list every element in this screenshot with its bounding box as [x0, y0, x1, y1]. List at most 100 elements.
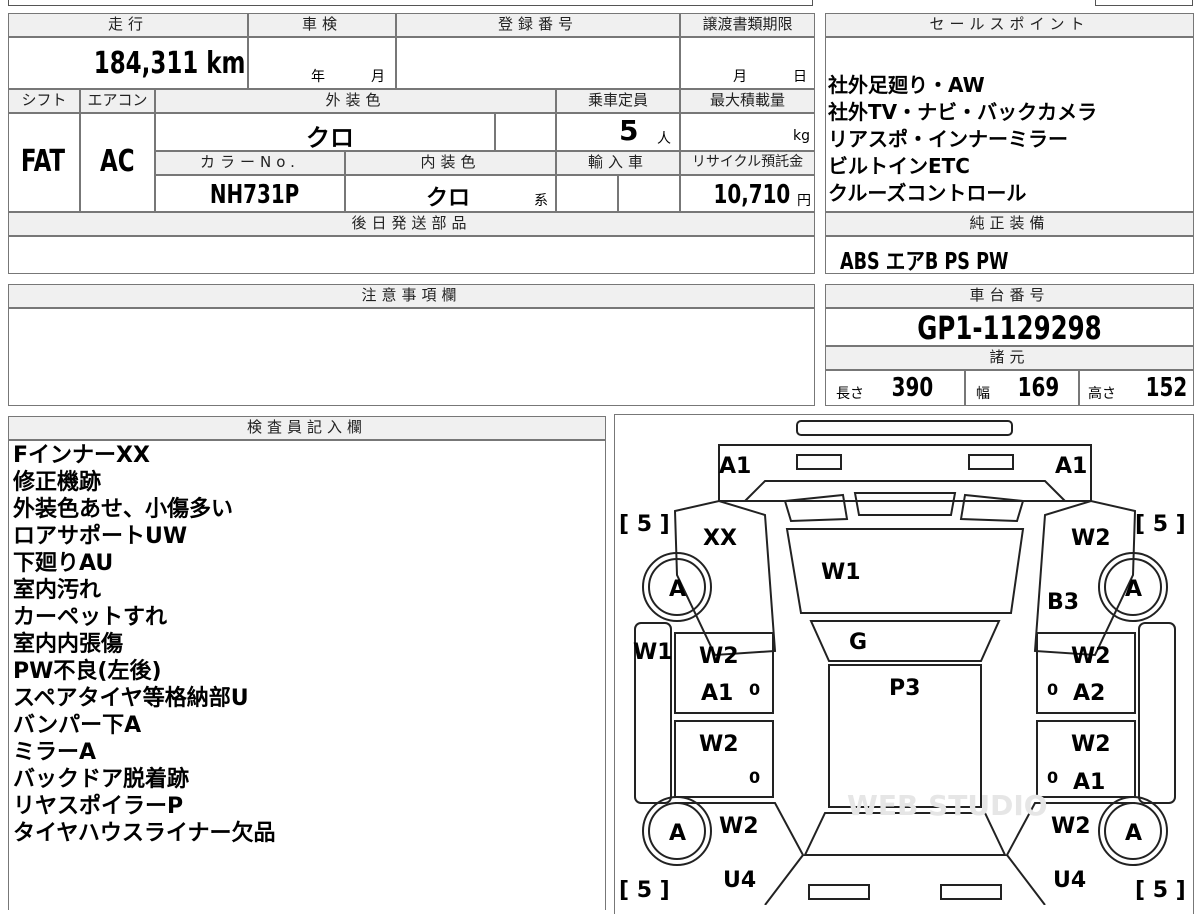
damage-mark: W2 — [1071, 732, 1111, 757]
inspector-line: 室内汚れ — [13, 578, 102, 603]
inspector-line: カーペットすれ — [13, 605, 168, 630]
chassis-value: GP1-1129298 — [917, 309, 1102, 347]
inspector-line: 外装色あせ、小傷多い — [13, 497, 234, 522]
inspector-line: FインナーXX — [13, 443, 150, 468]
dashboard — [809, 620, 1001, 662]
inspector-line: リヤスポイラーP — [13, 794, 184, 819]
inspector-line: PW不良(左後) — [13, 659, 162, 684]
ac-header: エアコン — [80, 89, 155, 113]
watermark-text: WEB STUDIO — [847, 789, 1048, 822]
damage-mark: W2 — [1071, 526, 1111, 551]
wiper-right — [959, 493, 1025, 523]
transfer-deadline-header: 譲渡書類期限 — [680, 13, 815, 37]
tire-label: A — [1125, 577, 1142, 602]
length-value: 390 — [891, 373, 934, 403]
damage-mark: A1 — [1073, 770, 1105, 795]
damage-mark: W2 — [699, 644, 739, 669]
zero-mark: 0 — [749, 680, 760, 699]
inspector-line: バンパー下A — [13, 713, 142, 738]
headlight-left — [796, 454, 842, 470]
width-label: 幅 — [976, 386, 990, 402]
damage-mark: W2 — [699, 732, 739, 757]
length-label: 長さ — [836, 386, 864, 402]
capacity-value: 5 — [619, 114, 639, 147]
top-strip — [8, 0, 813, 6]
selling-point-item: 社外足廻り・AW — [828, 73, 985, 97]
shaken-year-unit: 年 — [311, 69, 325, 85]
damage-mark: A1 — [1055, 454, 1087, 479]
car-diagram-panel: WEB STUDIO [ 5 ] [ 5 ] [ 5 ] [ 5 ] A A A… — [614, 414, 1194, 914]
zero-mark: 0 — [1047, 680, 1058, 699]
width-value: 169 — [1017, 373, 1060, 403]
damage-mark: U4 — [723, 868, 756, 893]
inspector-body: FインナーXX 修正機跡 外装色あせ、小傷多い ロアサポートUW 下廻りAU 室… — [8, 440, 606, 910]
inspector-line: 下廻りAU — [13, 551, 114, 576]
inspector-header: 検査員記入欄 — [8, 416, 606, 440]
inspector-line: ミラーA — [13, 740, 97, 765]
ac-cell: AC — [80, 113, 155, 212]
import-cell-b — [618, 175, 680, 212]
right-sill — [1138, 622, 1176, 804]
tire-label: A — [1125, 821, 1142, 846]
selling-points-list: 社外足廻り・AW 社外TV・ナビ・バックカメラ リアスポ・インナーミラー ビルト… — [828, 72, 1097, 207]
selling-point-item: クルーズコントロール — [828, 181, 1027, 205]
tread-rear-left: [ 5 ] — [619, 878, 670, 903]
damage-mark: B3 — [1047, 590, 1079, 615]
rear-bumper-left — [808, 884, 870, 900]
rear-bumper-right — [940, 884, 1002, 900]
tire-label: A — [669, 577, 686, 602]
length-cell: 長さ 390 — [825, 370, 965, 406]
mileage-value: 184,311 km — [93, 46, 245, 81]
int-color-cell: クロ 系 — [345, 175, 556, 212]
damage-mark: W1 — [633, 640, 673, 665]
shift-header: シフト — [8, 89, 80, 113]
shift-value: FAT — [20, 144, 66, 179]
int-color-suffix: 系 — [534, 193, 548, 209]
shaken-month-unit: 月 — [371, 69, 385, 85]
front-left-fender — [673, 499, 777, 657]
int-color-header: 内装色 — [345, 151, 556, 175]
chassis-cell: GP1-1129298 — [825, 308, 1194, 347]
maxload-header: 最大積載量 — [680, 89, 815, 113]
genuine-equipment-header: 純正装備 — [825, 212, 1194, 236]
color-no-header: カラーNo. — [155, 151, 345, 175]
inspector-line: ロアサポートUW — [13, 524, 188, 549]
inspector-list: FインナーXX 修正機跡 外装色あせ、小傷多い ロアサポートUW 下廻りAU 室… — [13, 442, 275, 847]
car-diagram: WEB STUDIO [ 5 ] [ 5 ] [ 5 ] [ 5 ] A A A… — [619, 420, 1186, 905]
int-color-value: クロ — [426, 186, 471, 211]
width-cell: 幅 169 — [965, 370, 1079, 406]
inspector-line: スペアタイヤ等格納部U — [13, 686, 249, 711]
damage-mark: G — [849, 630, 867, 655]
import-cell-a — [556, 175, 618, 212]
shift-cell: FAT — [8, 113, 80, 212]
mileage-header: 走行 — [8, 13, 248, 37]
top-right-strip — [1095, 0, 1193, 6]
transfer-month-unit: 月 — [733, 69, 747, 85]
capacity-unit: 人 — [657, 131, 671, 147]
ext-color-extra-cell — [495, 113, 556, 151]
import-header: 輸入車 — [556, 151, 680, 175]
front-right-fender — [1033, 499, 1137, 657]
damage-mark: A2 — [1073, 681, 1105, 706]
zero-mark: 0 — [1047, 768, 1058, 787]
notes-body — [8, 308, 815, 406]
height-label: 高さ — [1088, 386, 1116, 402]
color-no-cell: NH731P — [155, 175, 345, 212]
transfer-day-unit: 日 — [793, 69, 807, 85]
selling-points-header: セールスポイント — [825, 13, 1194, 37]
inspector-line: 修正機跡 — [13, 470, 102, 495]
inspector-line: バックドア脱着跡 — [13, 767, 190, 792]
recycle-value: 10,710 — [713, 180, 790, 210]
maxload-cell: kg — [680, 113, 815, 151]
shaken-header: 車検 — [248, 13, 396, 37]
registration-cell — [396, 37, 680, 89]
damage-mark: W1 — [821, 560, 861, 585]
front-bumper-shape — [796, 420, 1013, 436]
spec-header: 諸元 — [825, 346, 1194, 370]
damage-mark: W2 — [1051, 814, 1091, 839]
color-no-value: NH731P — [209, 180, 300, 210]
damage-mark: U4 — [1053, 868, 1086, 893]
damage-mark: W2 — [1071, 644, 1111, 669]
capacity-header: 乗車定員 — [556, 89, 680, 113]
later-parts-cell — [8, 236, 815, 274]
